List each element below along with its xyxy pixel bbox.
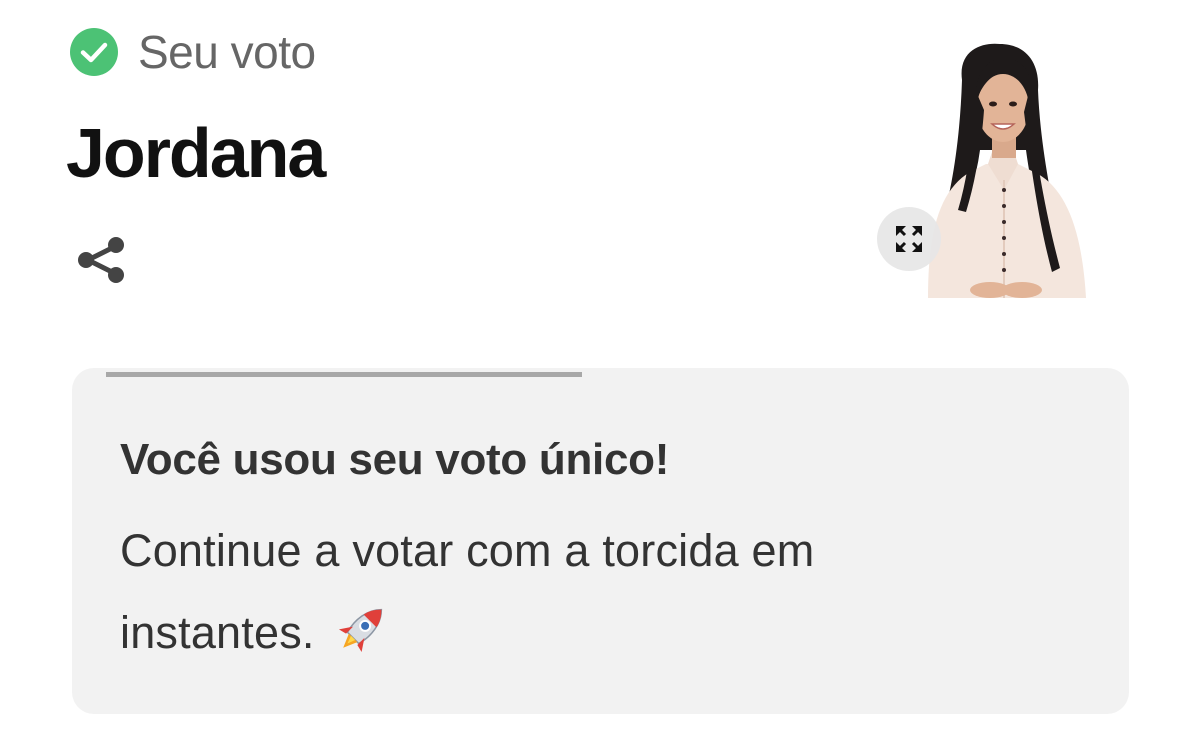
vote-status-header: Seu voto [70, 28, 316, 76]
message-body-wrapper: Continue a votar com a torcida em instan… [120, 510, 980, 674]
candidate-name: Jordana [66, 114, 326, 192]
expand-photo-button[interactable] [877, 207, 941, 271]
rocket-icon [339, 608, 383, 653]
share-icon [78, 237, 124, 283]
countdown-progress-fill [106, 372, 582, 377]
expand-icon [896, 226, 922, 252]
message-body: Continue a votar com a torcida em instan… [120, 525, 815, 658]
share-button[interactable] [74, 232, 130, 288]
message-title: Você usou seu voto único! [120, 435, 670, 484]
countdown-progress-bar [106, 372, 582, 377]
vote-confirmation-page: Seu voto Jordana Você usou seu voto únic… [0, 0, 1200, 745]
vote-status-label: Seu voto [138, 26, 316, 78]
check-circle-icon [70, 28, 118, 76]
message-card: Você usou seu voto único! Continue a vot… [72, 368, 1129, 714]
